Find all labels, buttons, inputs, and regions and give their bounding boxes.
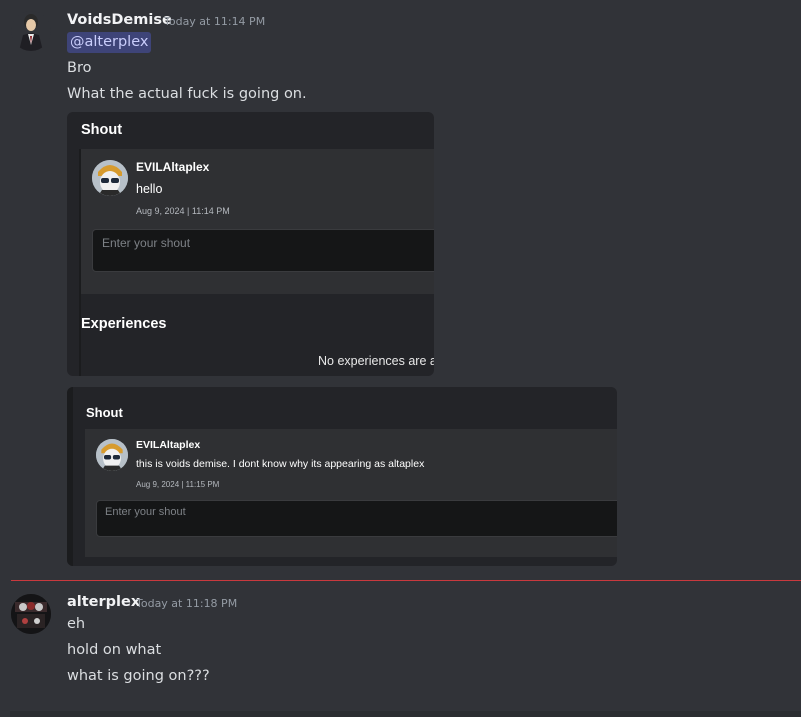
new-messages-divider (11, 580, 801, 581)
shout-title: Shout (81, 122, 123, 138)
user-mention[interactable]: @alterplex (67, 32, 152, 53)
message-text: what is going on??? (67, 668, 210, 684)
avatar-evilaltaplex (92, 160, 128, 196)
message-text: What the actual fuck is going on. (67, 86, 307, 102)
experiences-empty-text: No experiences are a (318, 354, 434, 368)
message-alterplex: alterplex Today at 11:18 PM eh hold on w… (0, 585, 801, 705)
avatar-alterplex[interactable] (11, 594, 51, 634)
message-voidsdemise: VoidsDemise Today at 11:14 PM @alterplex… (0, 0, 801, 580)
panel-left-border (79, 149, 81, 376)
post-date: Aug 9, 2024 | 11:14 PM (136, 206, 230, 216)
shout-title: Shout (86, 405, 123, 420)
post-text: this is voids demise. I dont know why it… (136, 458, 425, 470)
image-attachment-2[interactable]: Shout EVILAltaplex this is voids demise.… (67, 387, 617, 566)
image-attachment-1[interactable]: Shout EVILAltaplex hello Aug 9, 2024 | 1… (67, 112, 434, 376)
post-author: EVILAltaplex (136, 160, 210, 174)
post-author: EVILAltaplex (136, 439, 201, 451)
panel-left-border (67, 387, 73, 566)
username[interactable]: VoidsDemise (67, 12, 172, 28)
timestamp: Today at 11:14 PM (164, 15, 266, 28)
post-date: Aug 9, 2024 | 11:15 PM (136, 480, 220, 489)
horizontal-scrollbar[interactable] (10, 711, 801, 717)
experiences-title: Experiences (81, 316, 167, 332)
message-text: eh (67, 616, 86, 632)
message-text: Bro (67, 60, 92, 76)
shout-input[interactable]: Enter your shout (96, 500, 617, 537)
message-text: hold on what (67, 642, 162, 658)
username[interactable]: alterplex (67, 594, 140, 610)
avatar-voidsdemise[interactable] (11, 11, 51, 51)
shout-input[interactable]: Enter your shout (92, 229, 434, 272)
shout-panel: EVILAltaplex hello Aug 9, 2024 | 11:14 P… (79, 149, 434, 294)
timestamp: Today at 11:18 PM (136, 597, 238, 610)
shout-panel: EVILAltaplex this is voids demise. I don… (85, 429, 617, 557)
post-text: hello (136, 182, 163, 196)
avatar-evilaltaplex (96, 439, 128, 471)
